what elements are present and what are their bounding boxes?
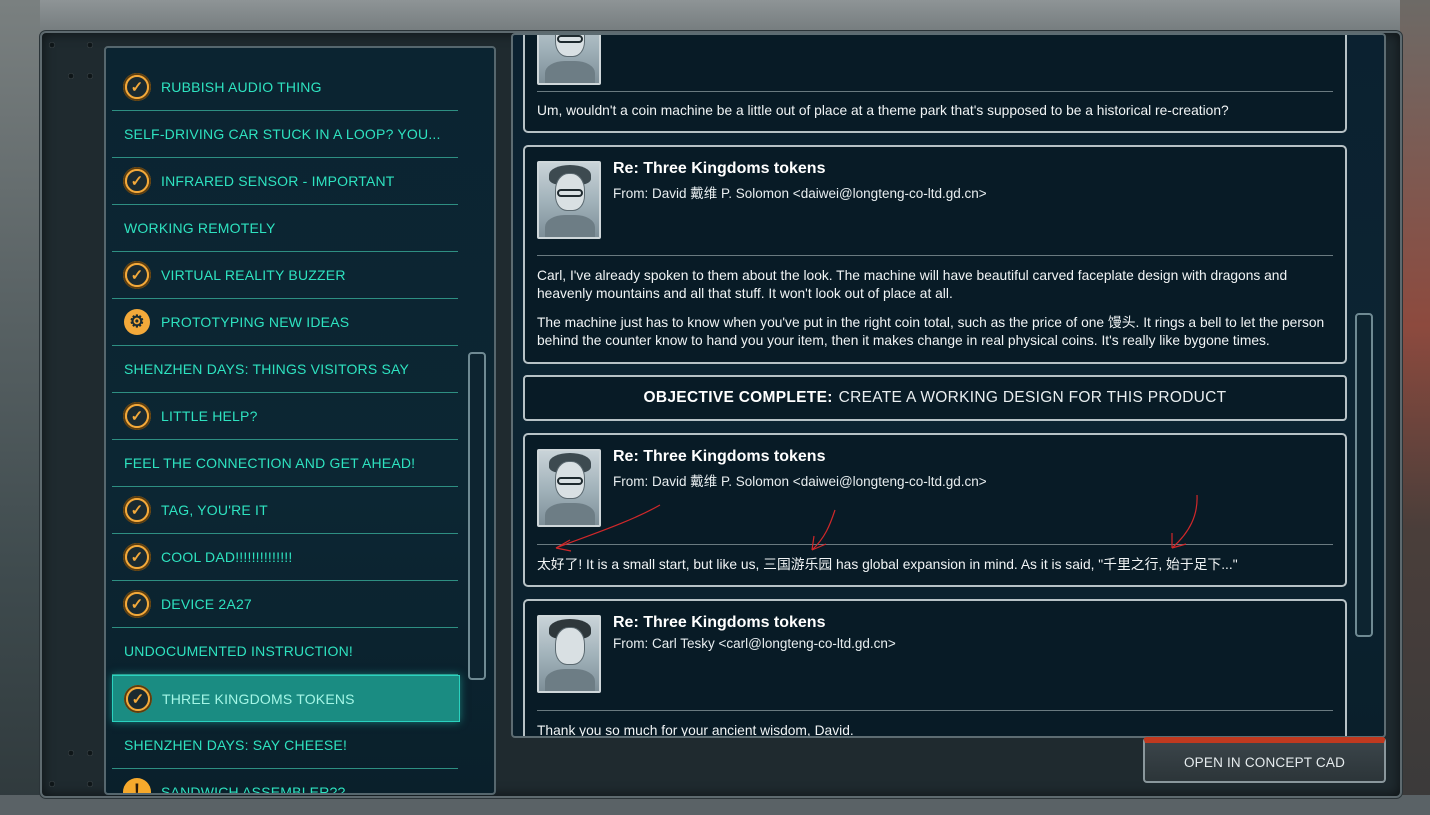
rivet (68, 73, 74, 79)
background-left (0, 0, 40, 815)
thread-scrollbar[interactable] (1355, 313, 1373, 637)
sidebar-item[interactable]: WORKING REMOTELY (112, 205, 458, 252)
sidebar-item-label: VIRTUAL REALITY BUZZER (161, 267, 346, 283)
sidebar-item-label: SHENZHEN DAYS: THINGS VISITORS SAY (124, 361, 410, 377)
sidebar-item-label: SELF-DRIVING CAR STUCK IN A LOOP? YOU... (124, 126, 441, 142)
sidebar-item[interactable]: ⚙ PROTOTYPING NEW IDEAS (112, 299, 458, 346)
message-from: From: David 戴维 P. Solomon <daiwei@longte… (613, 474, 987, 489)
message-card: Re: Three Kingdoms tokens From: David 戴维… (523, 433, 1347, 587)
message-divider (537, 710, 1333, 711)
message-subject: Re: Three Kingdoms tokens (613, 160, 826, 177)
objective-text: CREATE A WORKING DESIGN FOR THIS PRODUCT (838, 389, 1227, 406)
message-divider (537, 91, 1333, 92)
sidebar-item[interactable]: SHENZHEN DAYS: THINGS VISITORS SAY (112, 346, 458, 393)
message-from: From: Carl Tesky <carl@longteng-co-ltd.g… (613, 636, 896, 651)
rivet (68, 750, 74, 756)
avatar-david (537, 449, 601, 527)
open-in-concept-cad-button[interactable]: OPEN IN CONCEPT CAD (1143, 737, 1386, 783)
sidebar-item[interactable]: UNDOCUMENTED INSTRUCTION! (112, 628, 458, 675)
sidebar-item-label: DEVICE 2A27 (161, 596, 252, 612)
avatar-david (537, 35, 601, 85)
sidebar-item-label: UNDOCUMENTED INSTRUCTION! (124, 643, 353, 659)
message-body: 太好了! It is a small start, but like us, 三… (537, 556, 1331, 585)
sidebar-item-label: TAG, YOU'RE IT (161, 502, 268, 518)
message-body: Carl, I've already spoken to them about … (537, 267, 1331, 361)
sidebar-item-label: LITTLE HELP? (161, 408, 258, 424)
rivet (87, 750, 93, 756)
sidebar-item[interactable]: SHENZHEN DAYS: SAY CHEESE! (112, 722, 458, 769)
sidebar-item-label: SHENZHEN DAYS: SAY CHEESE! (124, 737, 348, 753)
sidebar-item[interactable]: ✓ DEVICE 2A27 (112, 581, 458, 628)
sidebar-item-label: FEEL THE CONNECTION AND GET AHEAD! (124, 455, 416, 471)
sidebar-item-label: SANDWICH ASSEMBLER?? (161, 784, 346, 795)
sidebar-item-label: THREE KINGDOMS TOKENS (162, 690, 355, 707)
message-subject: Re: Three Kingdoms tokens (613, 448, 826, 465)
background-top (0, 0, 1430, 32)
check-icon: ✓ (123, 167, 151, 195)
message-paragraph: Carl, I've already spoken to them about … (537, 268, 1288, 301)
message-paragraph: The machine just has to know when you've… (537, 315, 1325, 348)
check-icon: ✓ (123, 261, 151, 289)
sidebar-item-label: RUBBISH AUDIO THING (161, 79, 322, 95)
sidebar-item[interactable]: ✓ INFRARED SENSOR - IMPORTANT (112, 158, 458, 205)
message-divider (537, 255, 1333, 256)
sidebar-item[interactable]: ✓ VIRTUAL REALITY BUZZER (112, 252, 458, 299)
message-card: Re: Three Kingdoms tokens From: Carl Tes… (523, 599, 1347, 738)
check-icon: ✓ (124, 684, 152, 713)
message-paragraph: Um, wouldn't a coin machine be a little … (537, 103, 1229, 118)
rivet (87, 42, 93, 48)
background-bottom (0, 795, 1430, 815)
check-icon: ✓ (123, 543, 151, 571)
sidebar-item-label: INFRARED SENSOR - IMPORTANT (161, 173, 395, 189)
sidebar-item[interactable]: ✓ THREE KINGDOMS TOKENS (112, 675, 460, 722)
objective-banner: OBJECTIVE COMPLETE: CREATE A WORKING DES… (523, 375, 1347, 421)
message-body: Um, wouldn't a coin machine be a little … (537, 102, 1331, 131)
warning-icon: ! (123, 778, 151, 793)
gear-icon: ⚙ (123, 308, 151, 336)
message-card: Re: Three Kingdoms tokens From: David 戴维… (523, 145, 1347, 364)
rivet (49, 781, 55, 787)
check-icon: ✓ (123, 496, 151, 524)
sidebar-item[interactable]: ✓ LITTLE HELP? (112, 393, 458, 440)
message-card: Um, wouldn't a coin machine be a little … (523, 35, 1347, 133)
sidebar-item-label: PROTOTYPING NEW IDEAS (161, 314, 350, 330)
sidebar-item[interactable]: ! SANDWICH ASSEMBLER?? (112, 769, 458, 795)
message-body: Thank you so much for your ancient wisdo… (537, 722, 1331, 738)
objective-status: OBJECTIVE COMPLETE: (643, 389, 833, 406)
sidebar-item[interactable]: FEEL THE CONNECTION AND GET AHEAD! (112, 440, 458, 487)
rivet (87, 73, 93, 79)
sidebar-item[interactable]: ✓ TAG, YOU'RE IT (112, 487, 458, 534)
inbox-list: ✓ RUBBISH AUDIO THING SELF-DRIVING CAR STU… (104, 46, 496, 795)
background-right (1400, 0, 1430, 815)
sidebar-item[interactable]: ✓ COOL DAD!!!!!!!!!!!!!! (112, 534, 458, 581)
sidebar-item[interactable]: ✓ RUBBISH AUDIO THING (112, 64, 458, 111)
avatar-carl (537, 615, 601, 693)
check-icon: ✓ (123, 73, 151, 101)
message-thread: Um, wouldn't a coin machine be a little … (511, 33, 1386, 738)
message-subject: Re: Three Kingdoms tokens (613, 614, 826, 631)
message-paragraph: Thank you so much for your ancient wisdo… (537, 723, 854, 738)
sidebar-item-label: COOL DAD!!!!!!!!!!!!!! (161, 549, 293, 565)
rivet (49, 42, 55, 48)
message-divider (537, 544, 1333, 545)
message-from: From: David 戴维 P. Solomon <daiwei@longte… (613, 186, 987, 201)
rivet (87, 781, 93, 787)
check-icon: ✓ (123, 402, 151, 430)
avatar-david (537, 161, 601, 239)
check-icon: ✓ (123, 590, 151, 618)
sidebar-item-label: WORKING REMOTELY (124, 220, 276, 236)
inbox-scrollbar[interactable] (468, 352, 486, 680)
message-paragraph: 太好了! It is a small start, but like us, 三… (537, 557, 1238, 572)
sidebar-item[interactable]: SELF-DRIVING CAR STUCK IN A LOOP? YOU... (112, 111, 458, 158)
